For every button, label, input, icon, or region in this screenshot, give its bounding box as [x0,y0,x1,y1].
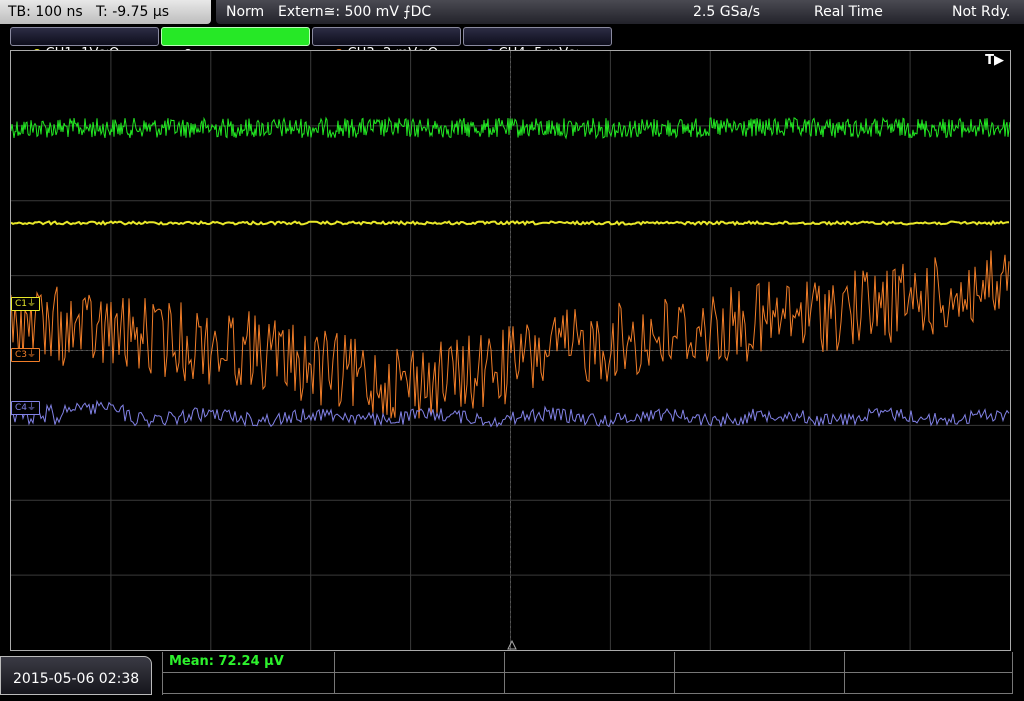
measurement-table: Mean: 72.24 µV [162,652,1013,695]
bottom-bar: 2015-05-06 02:38 Mean: 72.24 µV [0,652,1024,695]
ch4-offset-marker[interactable]: C4⏚ [11,401,41,415]
acquisition-mode[interactable]: Real Time [814,0,883,24]
ch3-marker-text: C3 [15,350,28,360]
ch3-offset-marker[interactable]: C3⏚ [11,348,41,362]
trigger-position-indicator: T▶ [985,53,1004,68]
waveform-canvas [11,51,1010,650]
measurement-cell[interactable] [845,652,1013,673]
top-status-bar: TB: 100 ns T: -9.75 µs Norm Extern≅: 500… [0,0,1024,25]
trigger-time-marker [507,639,517,650]
ch4-marker-text: C4 [15,403,28,413]
measurement-cell[interactable] [845,673,1013,694]
channel-tab-ch2[interactable]: CH2: 5 mV≅Ω [161,27,310,61]
run-status: Not Rdy. [952,4,1011,20]
trigger-mode[interactable]: Norm [226,0,264,24]
measurement-cell[interactable] [675,652,845,673]
date-time: 2015-05-06 02:38 [0,656,152,695]
acquisition-status-strip: Norm Extern≅: 500 mV ⨍DC 2.5 GSa/s Real … [216,0,1024,24]
channel-tabs: CH1: 1V≅Ω CH2: 5 mV≅Ω CH3: 2 mV≅Ω CH4: 5… [0,26,1024,61]
timebase-readout[interactable]: TB: 100 ns T: -9.75 µs [0,0,211,24]
channel-tab-ch1[interactable]: CH1: 1V≅Ω [10,27,159,61]
sample-rate[interactable]: 2.5 GSa/s [693,0,760,24]
measurement-cell[interactable] [335,652,505,673]
measurement-cell[interactable] [505,673,675,694]
ch1-marker-text: C1 [15,299,28,309]
waveform-display[interactable]: T▶ C1⏚ C3⏚ C4⏚ [10,50,1011,651]
measurement-cell[interactable]: Mean: 72.24 µV [163,652,335,673]
mean-measurement: Mean: 72.24 µV [169,654,284,669]
measurement-cell[interactable] [505,652,675,673]
measurement-cell[interactable] [335,673,505,694]
channel-tab-ch3[interactable]: CH3: 2 mV≅Ω [312,27,461,61]
trigger-source[interactable]: Extern≅: 500 mV ⨍DC [278,0,431,24]
ch1-offset-marker[interactable]: C1⏚ [11,297,41,311]
measurement-cell[interactable] [163,673,335,694]
measurement-cell[interactable] [675,673,845,694]
channel-tab-ch4[interactable]: CH4: 5 mV≅ [463,27,612,61]
ch1-waveform [11,219,1010,227]
